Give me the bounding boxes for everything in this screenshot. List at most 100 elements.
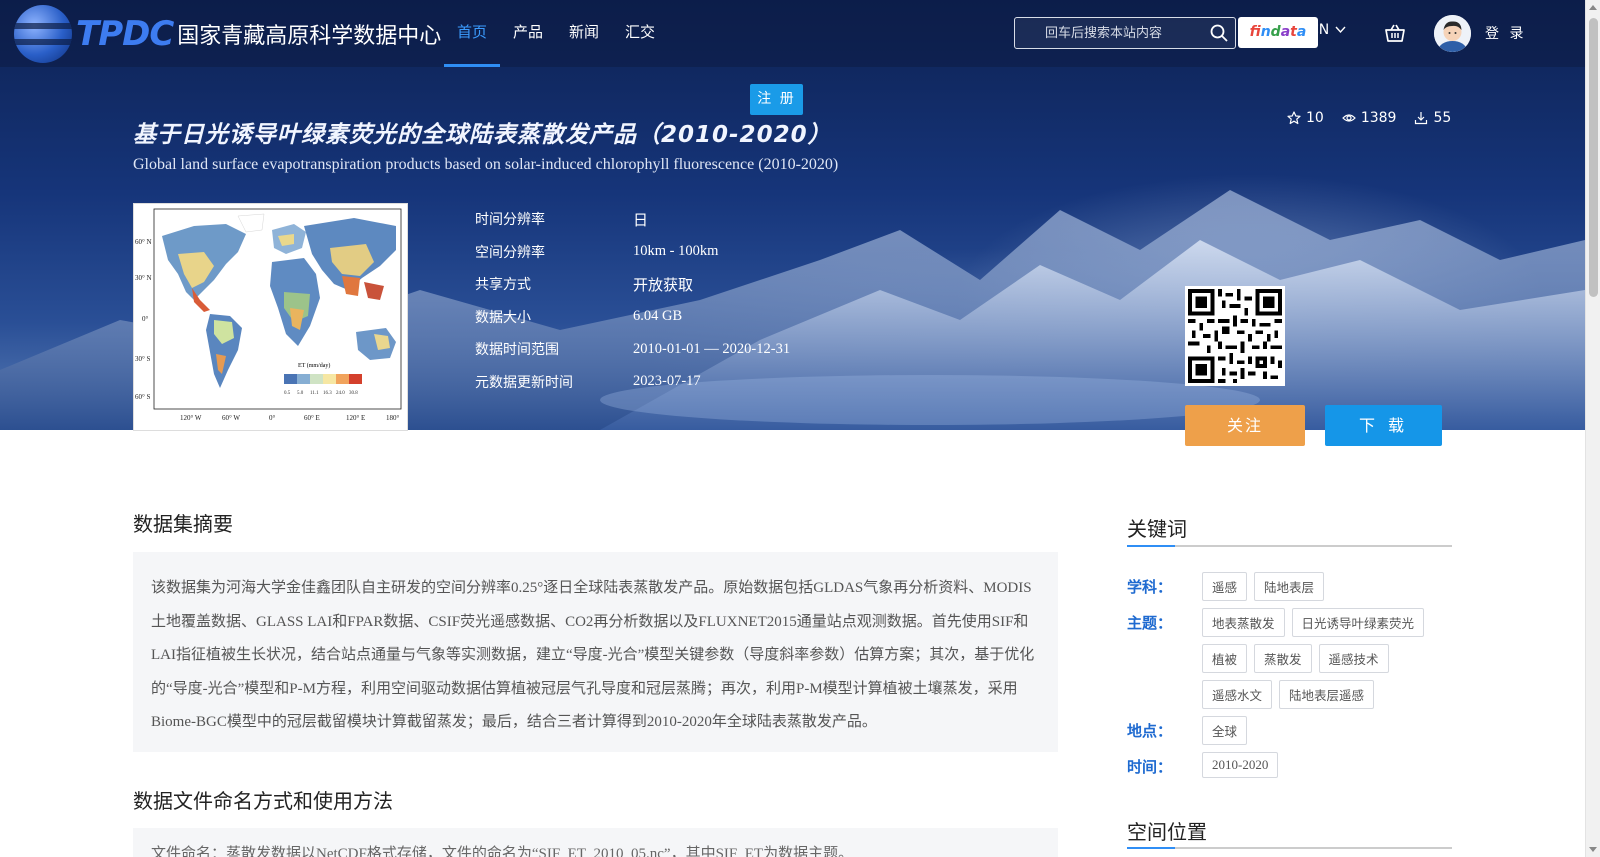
meta-row: 共享方式 开放获取: [475, 268, 790, 301]
scroll-up-arrow-icon[interactable]: [1589, 5, 1597, 10]
abstract-line: Biome-BGC模型中的冠层截留模块计算截留蒸发；最后，结合三者计算得到201…: [151, 714, 877, 730]
lon-label: 120° W: [180, 414, 202, 422]
lat-label: 60° N: [135, 238, 152, 246]
legend-tick: 30.8: [349, 391, 358, 396]
nav-products[interactable]: 产品: [500, 0, 556, 67]
keyword-tag[interactable]: 植被: [1202, 644, 1248, 673]
chevron-down-icon: [1335, 26, 1346, 34]
avatar-icon: [1434, 15, 1471, 52]
naming-heading: 数据文件命名方式和使用方法: [133, 789, 393, 813]
nav-home[interactable]: 首页: [444, 0, 501, 67]
dataset-metadata: 时间分辨率 日 空间分辨率 10km - 100km 共享方式 开放获取 数据大…: [475, 203, 790, 398]
legend-tick: 0.5: [284, 391, 291, 396]
star-icon: [1287, 111, 1301, 125]
keyword-tag[interactable]: 陆地表层遥感: [1279, 680, 1375, 709]
meta-row: 数据时间范围 2010-01-01 — 2020-12-31: [475, 333, 790, 366]
login-link[interactable]: 登 录: [1485, 23, 1526, 43]
keyword-tag[interactable]: 日光诱导叶绿素荧光: [1291, 608, 1425, 637]
legend-tick: 24.0: [336, 391, 345, 396]
lat-label: 0°: [142, 315, 149, 323]
meta-value: 6.04 GB: [633, 308, 683, 325]
stat-views: 1389: [1341, 110, 1397, 126]
keyword-tag[interactable]: 全球: [1202, 716, 1248, 745]
dataset-title-cn: 基于日光诱导叶绿素荧光的全球陆表蒸散发产品（2010-2020）: [133, 122, 832, 148]
globe-logo-icon: [14, 5, 72, 63]
dataset-thumbnail-map[interactable]: ET (mm/day) 0.5 5.0 11.1 16.3 24.0 30.8 …: [133, 203, 408, 431]
user-avatar[interactable]: [1434, 15, 1471, 52]
stat-stars: 10: [1287, 110, 1324, 126]
legend-tick: 16.3: [323, 391, 332, 396]
findata-letter: n: [1260, 24, 1271, 40]
legend-tick: 5.0: [297, 391, 304, 396]
scroll-down-arrow-icon[interactable]: [1589, 847, 1597, 852]
abstract-line: 土地覆盖数据、GLASS LAI和FPAR数据、CSIF荧光遥感数据、CO2再分…: [151, 613, 1029, 630]
keywords-panel: 学科： 遥感 陆地表层 主题： 地表蒸散发 日光诱导叶绿素荧光 植被 蒸散发 遥…: [1127, 572, 1457, 785]
abstract-line: 的“导度-光合”模型和P-M方程，利用空间驱动数据估算植被冠层气孔导度和冠层蒸腾…: [151, 680, 1018, 697]
stars-count: 10: [1306, 110, 1324, 126]
dataset-stats: 10 1389 55: [1287, 110, 1451, 126]
findata-link[interactable]: findata: [1238, 17, 1318, 48]
meta-row: 数据大小 6.04 GB: [475, 301, 790, 334]
abstract-heading: 数据集摘要: [133, 512, 233, 536]
keywords-heading: 关键词: [1127, 517, 1187, 541]
eye-icon: [1341, 114, 1356, 122]
stat-downloads: 55: [1414, 110, 1451, 126]
spatial-divider: [1127, 847, 1452, 849]
qr-code-icon: [1188, 289, 1282, 383]
download-icon: [1415, 112, 1428, 125]
follow-button[interactable]: 关注: [1185, 405, 1305, 446]
nav-news[interactable]: 新闻: [556, 0, 612, 67]
keyword-group-label: 主题：: [1127, 614, 1173, 632]
keyword-group-label: 学科：: [1127, 578, 1173, 596]
dataset-title-en: Global land surface evapotranspiration p…: [133, 156, 839, 173]
keyword-tag[interactable]: 地表蒸散发: [1202, 608, 1285, 637]
meta-value: 10km - 100km: [633, 243, 719, 260]
keyword-tag[interactable]: 遥感: [1202, 572, 1248, 601]
findata-letter: t: [1290, 24, 1297, 40]
lon-label: 120° E: [346, 414, 365, 422]
keyword-tag[interactable]: 陆地表层: [1254, 572, 1325, 601]
qr-code: [1185, 286, 1285, 386]
abstract-line: 该数据集为河海大学金佳鑫团队自主研发的空间分辨率0.25°逐日全球陆表蒸散发产品…: [151, 580, 1032, 596]
language-switcher[interactable]: CN: [1309, 22, 1346, 38]
lon-label: 60° E: [304, 414, 320, 422]
keywords-divider: [1127, 545, 1452, 547]
meta-value: 开放获取: [633, 275, 694, 294]
logo-abbreviation: TPDC: [76, 14, 174, 54]
keyword-group-theme: 主题： 地表蒸散发 日光诱导叶绿素荧光 植被 蒸散发 遥感技术 遥感水文 陆地表…: [1127, 608, 1457, 709]
meta-value: 2023-07-17: [633, 373, 701, 390]
keyword-group-discipline: 学科： 遥感 陆地表层: [1127, 572, 1457, 601]
findata-letter: d: [1270, 24, 1281, 40]
downloads-count: 55: [1433, 110, 1452, 126]
lat-label: 30° N: [135, 274, 152, 282]
search-icon[interactable]: [1209, 23, 1229, 43]
keyword-tag[interactable]: 蒸散发: [1254, 644, 1312, 673]
meta-key: 时间分辨率: [475, 212, 545, 229]
register-button[interactable]: 注 册: [750, 84, 803, 115]
findata-letter: a: [1296, 24, 1307, 40]
keyword-tag[interactable]: 遥感水文: [1202, 680, 1273, 709]
shopping-basket-icon[interactable]: [1384, 22, 1406, 44]
keyword-group-label: 地点：: [1127, 722, 1173, 740]
scrollbar-thumb[interactable]: [1589, 18, 1598, 297]
keyword-tag[interactable]: 遥感技术: [1318, 644, 1389, 673]
views-count: 1389: [1360, 110, 1397, 126]
lat-label: 60° S: [135, 393, 151, 401]
page-scrollbar[interactable]: [1585, 0, 1600, 857]
keyword-tag[interactable]: 2010-2020: [1202, 752, 1279, 778]
search-box: [1014, 17, 1236, 49]
nav-submit[interactable]: 汇交: [612, 0, 668, 67]
site-logo[interactable]: TPDC 国家青藏高原科学数据中心: [14, 3, 441, 65]
legend-tick: 11.1: [310, 391, 319, 396]
meta-key: 元数据更新时间: [475, 374, 573, 391]
naming-text: 文件命名：蒸散发数据以NetCDF格式存储，文件的命名为“SIF_ET_2010…: [133, 828, 1058, 857]
meta-key: 空间分辨率: [475, 244, 545, 261]
findata-letter: a: [1280, 24, 1291, 40]
spatial-heading: 空间位置: [1127, 820, 1207, 844]
main-nav-links: 首页 产品 新闻 汇交: [444, 0, 668, 67]
keyword-group-place: 地点： 全球: [1127, 716, 1457, 745]
download-button[interactable]: 下 载: [1325, 405, 1442, 446]
lat-label: 30° S: [135, 355, 151, 363]
search-input[interactable]: [1015, 18, 1195, 48]
keyword-group-label: 时间：: [1127, 758, 1173, 776]
